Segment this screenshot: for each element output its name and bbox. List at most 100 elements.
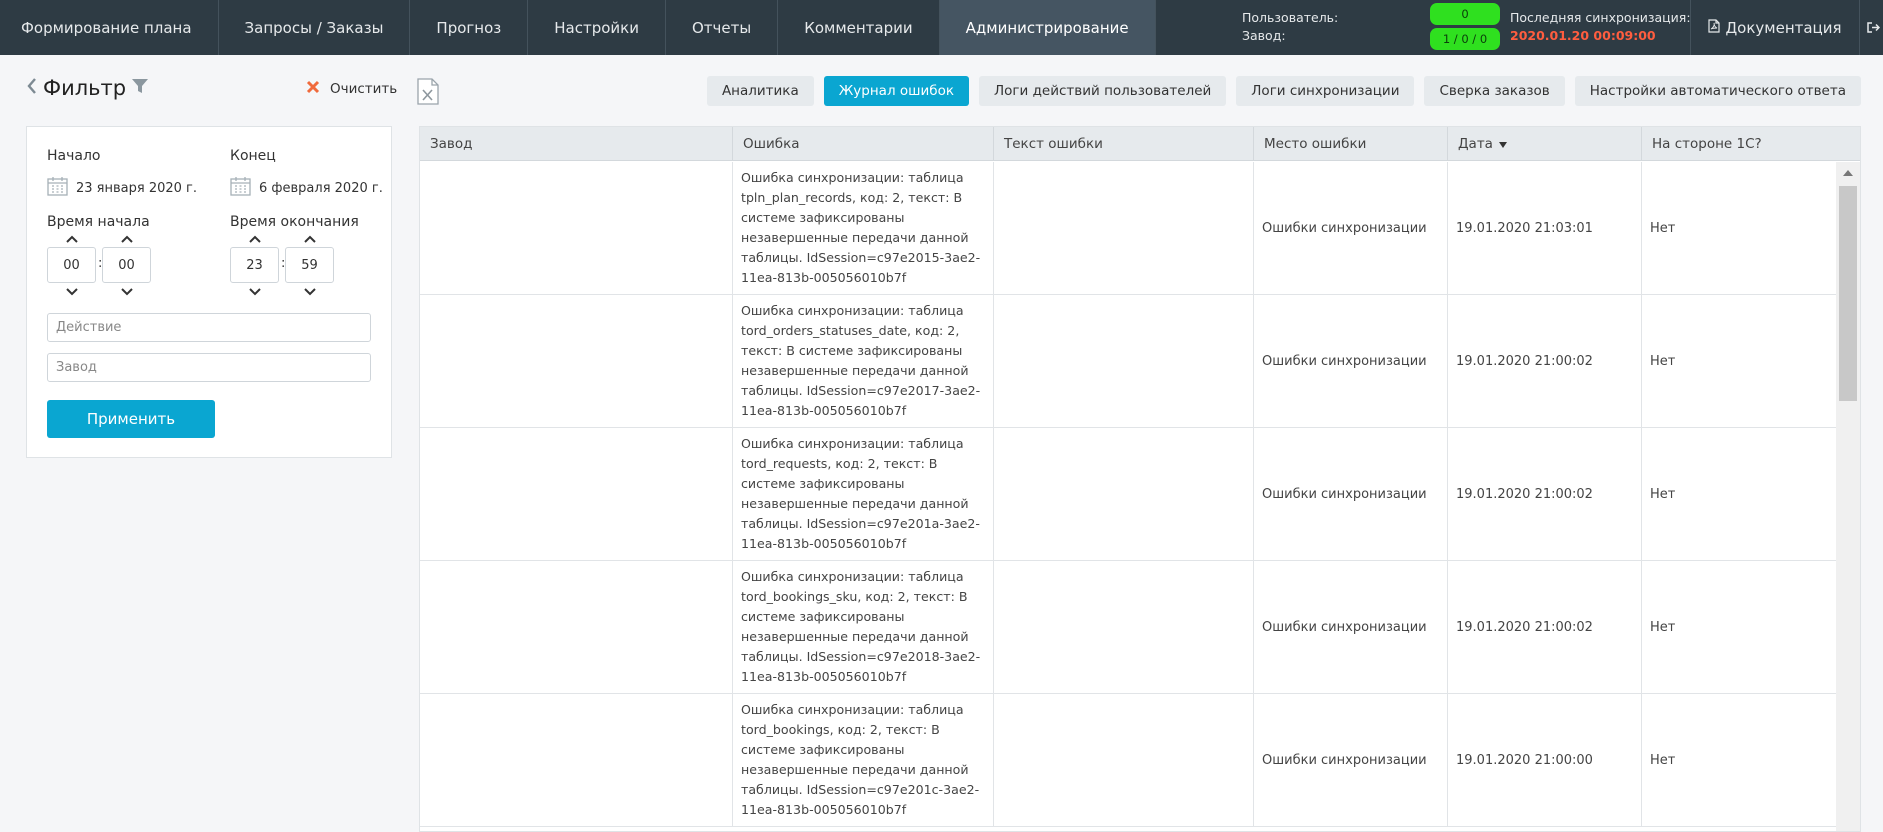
cell-error: Ошибка синхронизации: таблица tpln_plan_…: [733, 162, 994, 294]
sync-badge-bottom[interactable]: 1 / 0 / 0: [1430, 28, 1500, 50]
cell-error: Ошибка синхронизации: таблица tord_booki…: [733, 694, 994, 826]
column-header-error-text[interactable]: Текст ошибки: [994, 127, 1254, 161]
cell-date: 19.01.2020 21:00:02: [1448, 428, 1642, 560]
scrollbar-thumb[interactable]: [1839, 186, 1857, 401]
cell-error-place: Ошибки синхронизации: [1254, 295, 1448, 427]
logout-icon[interactable]: [1864, 0, 1883, 55]
cell-1c-side: Нет: [1650, 752, 1676, 768]
sync-badge-top[interactable]: 0: [1430, 3, 1500, 25]
cross-icon: [306, 80, 320, 98]
start-hour-up-icon[interactable]: [47, 233, 96, 245]
tab-analytics[interactable]: Аналитика: [706, 76, 814, 106]
date-header-label: Дата: [1458, 136, 1493, 152]
cell-plant: [420, 694, 733, 826]
cell-date: 19.01.2020 21:00:02: [1448, 295, 1642, 427]
start-hour-down-icon[interactable]: [47, 286, 96, 298]
table-row[interactable]: Ошибка синхронизации: таблица tord_booki…: [420, 694, 1836, 827]
cell-error-text: [994, 295, 1254, 427]
cell-plant: [420, 295, 733, 427]
cell-error-text: [994, 561, 1254, 693]
end-hour-down-icon[interactable]: [230, 286, 279, 298]
cell-plant: [420, 162, 733, 294]
nav-plan-formation[interactable]: Формирование плана: [0, 0, 219, 55]
sync-info: Последняя синхронизация: 2020.01.20 00:0…: [1510, 9, 1691, 45]
tab-sync-logs[interactable]: Логи синхронизации: [1236, 76, 1415, 106]
nav-settings[interactable]: Настройки: [528, 0, 666, 55]
nav-administration[interactable]: Администрирование: [939, 0, 1156, 55]
clear-filter-button[interactable]: Очистить: [306, 80, 397, 98]
cell-plant: [420, 561, 733, 693]
sync-badges: 0 1 / 0 / 0: [1430, 3, 1500, 53]
column-header-error-place[interactable]: Место ошибки: [1254, 127, 1448, 161]
table-row[interactable]: Ошибка синхронизации: таблица tord_order…: [420, 295, 1836, 428]
documentation-label: Документация: [1725, 18, 1842, 37]
end-min-down-icon[interactable]: [285, 286, 334, 298]
chevron-left-icon[interactable]: [26, 77, 38, 99]
cell-error-text: [994, 428, 1254, 560]
start-min-up-icon[interactable]: [102, 233, 151, 245]
start-hour-input[interactable]: 00: [47, 247, 96, 283]
table-row[interactable]: Ошибка синхронизации: таблица tord_booki…: [420, 561, 1836, 694]
cell-1c-side: Нет: [1650, 486, 1676, 502]
cell-error: Ошибка синхронизации: таблица tord_order…: [733, 295, 994, 427]
sort-desc-icon: [1498, 136, 1507, 152]
nav-requests-orders[interactable]: Запросы / Заказы: [219, 0, 411, 55]
cell-error-place: Ошибки синхронизации: [1254, 162, 1448, 294]
error-log-table: Завод Ошибка Текст ошибки Место ошибки Д…: [419, 126, 1861, 832]
start-minute-input[interactable]: 00: [102, 247, 151, 283]
nav-reports[interactable]: Отчеты: [666, 0, 779, 55]
cell-error-text: [994, 694, 1254, 826]
cell-error-text: [994, 162, 1254, 294]
cell-1c-side: Нет: [1650, 353, 1676, 369]
column-header-1c-side[interactable]: На стороне 1С?: [1642, 127, 1836, 161]
excel-icon[interactable]: [417, 78, 439, 109]
end-min-up-icon[interactable]: [285, 233, 334, 245]
nav-forecast[interactable]: Прогноз: [410, 0, 529, 55]
end-date-picker[interactable]: 6 февраля 2020 г.: [230, 176, 383, 200]
end-time-label: Время окончания: [230, 214, 359, 230]
filter-header: Фильтр: [26, 76, 149, 100]
tab-order-reconciliation[interactable]: Сверка заказов: [1424, 76, 1565, 106]
table-scrollbar[interactable]: [1836, 162, 1860, 831]
user-label: Пользователь:: [1242, 10, 1339, 25]
tab-error-log[interactable]: Журнал ошибок: [823, 76, 969, 106]
cell-1c-side: Нет: [1650, 220, 1676, 236]
cell-plant: [420, 428, 733, 560]
plant-label: Завод:: [1242, 28, 1286, 43]
end-hour-up-icon[interactable]: [230, 233, 279, 245]
cell-error: Ошибка синхронизации: таблица tord_reque…: [733, 428, 994, 560]
cell-date: 19.01.2020 21:00:00: [1448, 694, 1642, 826]
end-hour-input[interactable]: 23: [230, 247, 279, 283]
calendar-icon: [230, 176, 251, 200]
sync-date: 2020.01.20 00:09:00: [1510, 28, 1656, 43]
column-header-date[interactable]: Дата: [1448, 127, 1642, 161]
user-info: Пользователь: Завод:: [1242, 9, 1338, 45]
cell-1c-side: Нет: [1650, 619, 1676, 635]
table-body: Ошибка синхронизации: таблица tpln_plan_…: [420, 162, 1836, 827]
apply-button[interactable]: Применить: [47, 400, 215, 438]
tab-auto-reply-settings[interactable]: Настройки автоматического ответа: [1574, 76, 1861, 106]
filter-title: Фильтр: [43, 76, 127, 100]
cell-date: 19.01.2020 21:03:01: [1448, 162, 1642, 294]
column-header-error[interactable]: Ошибка: [733, 127, 994, 161]
nav-comments[interactable]: Комментарии: [778, 0, 940, 55]
start-label: Начало: [47, 148, 101, 164]
admin-tabs: Аналитика Журнал ошибок Логи действий по…: [706, 76, 1861, 106]
cell-date: 19.01.2020 21:00:02: [1448, 561, 1642, 693]
plant-field[interactable]: Завод: [47, 353, 371, 382]
scroll-up-icon[interactable]: [1842, 166, 1854, 181]
table-header: Завод Ошибка Текст ошибки Место ошибки Д…: [420, 127, 1860, 161]
column-header-plant[interactable]: Завод: [420, 127, 733, 161]
start-date-picker[interactable]: 23 января 2020 г.: [47, 176, 197, 200]
start-min-down-icon[interactable]: [102, 286, 151, 298]
cell-error: Ошибка синхронизации: таблица tord_booki…: [733, 561, 994, 693]
documentation-link[interactable]: Документация: [1690, 0, 1860, 55]
start-date-value: 23 января 2020 г.: [76, 180, 198, 196]
table-row[interactable]: Ошибка синхронизации: таблица tpln_plan_…: [420, 162, 1836, 295]
cell-error-place: Ошибки синхронизации: [1254, 561, 1448, 693]
table-row[interactable]: Ошибка синхронизации: таблица tord_reque…: [420, 428, 1836, 561]
action-field[interactable]: Действие: [47, 313, 371, 342]
cell-error-place: Ошибки синхронизации: [1254, 428, 1448, 560]
end-minute-input[interactable]: 59: [285, 247, 334, 283]
tab-user-action-logs[interactable]: Логи действий пользователей: [979, 76, 1227, 106]
